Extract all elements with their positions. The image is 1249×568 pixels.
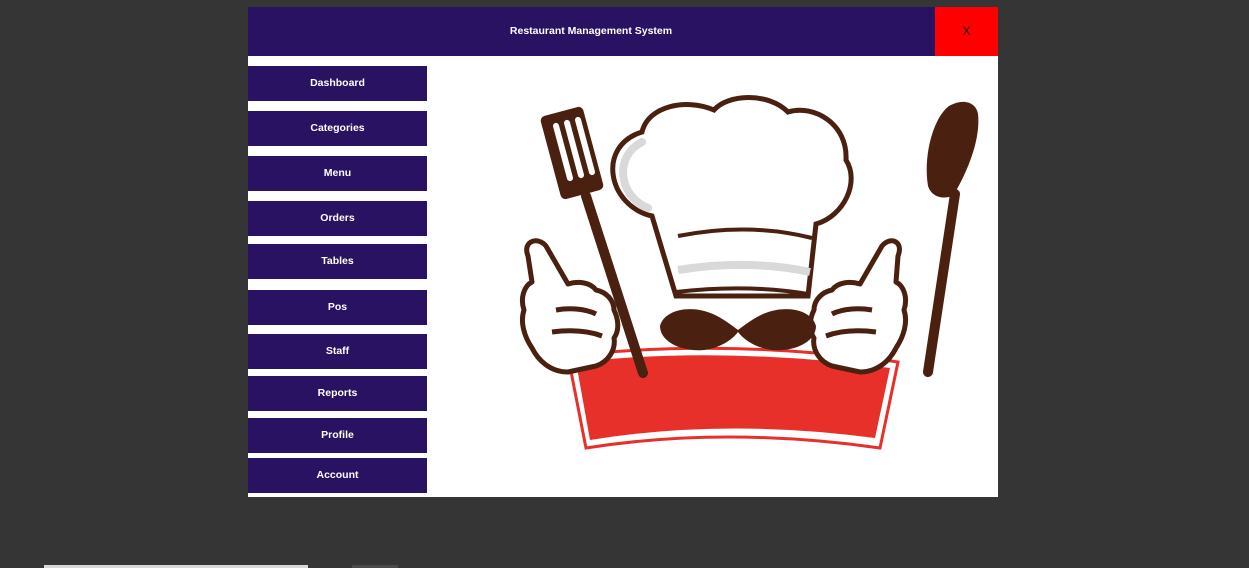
right-glove-icon	[807, 238, 909, 375]
chef-hat-icon	[610, 95, 854, 299]
chef-logo-illustration	[519, 95, 979, 450]
sidebar-item-dashboard[interactable]: Dashboard	[248, 66, 427, 101]
close-button[interactable]: X	[935, 7, 998, 56]
desktop-background: Restaurant Management System X Dashboard…	[0, 0, 1249, 568]
sidebar-item-staff[interactable]: Staff	[248, 334, 427, 369]
app-window: Restaurant Management System X Dashboard…	[248, 7, 998, 497]
mustache-icon	[660, 309, 816, 351]
main-content	[428, 56, 998, 497]
sidebar-item-pos[interactable]: Pos	[248, 290, 427, 325]
sidebar-item-tables[interactable]: Tables	[248, 244, 427, 279]
sidebar-item-reports[interactable]: Reports	[248, 376, 427, 411]
sidebar-item-orders[interactable]: Orders	[248, 201, 427, 236]
window-title: Restaurant Management System	[509, 25, 673, 37]
sidebar-item-profile[interactable]: Profile	[248, 418, 427, 453]
title-bar: Restaurant Management System X	[248, 7, 998, 56]
spoon-icon	[923, 101, 979, 377]
sidebar-nav: Dashboard Categories Menu Orders Tables …	[248, 56, 428, 497]
sidebar-item-account[interactable]: Account	[248, 458, 427, 493]
sidebar-item-menu[interactable]: Menu	[248, 156, 427, 191]
sidebar-item-categories[interactable]: Categories	[248, 111, 427, 146]
